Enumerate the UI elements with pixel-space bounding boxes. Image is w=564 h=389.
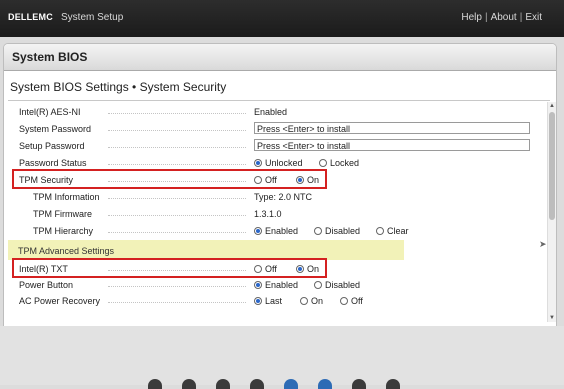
radio-option-unlocked[interactable]: Unlocked [254, 158, 303, 168]
setting-row-ac-power-recovery: AC Power Recovery Last On Off [8, 293, 547, 309]
mouse-cursor-icon: ➤ [539, 239, 547, 249]
app-title: System Setup [61, 12, 124, 23]
dock-icon [250, 379, 264, 389]
setting-label: TPM Information [33, 192, 100, 202]
setting-label: AC Power Recovery [19, 296, 101, 306]
setting-label: TPM Firmware [33, 209, 92, 219]
highlight-box-tpm-security [12, 169, 327, 189]
radio-icon [376, 227, 384, 235]
top-links: Help | About | Exit [461, 12, 542, 23]
dock-icon [216, 379, 230, 389]
leader-dots [108, 232, 246, 233]
radio-option-on[interactable]: On [300, 296, 323, 306]
dock-icon [318, 379, 332, 389]
radio-option-last[interactable]: Last [254, 296, 282, 306]
leader-dots [108, 164, 246, 165]
setting-label: TPM Hierarchy [33, 226, 94, 236]
radio-option-disabled[interactable]: Disabled [314, 226, 360, 236]
setting-row-tpm-hierarchy: TPM Hierarchy Enabled Disabled Clear [8, 223, 547, 239]
page-title: System BIOS Settings • System Security [10, 80, 227, 94]
radio-icon [319, 159, 327, 167]
radio-option-disabled[interactable]: Disabled [314, 280, 360, 290]
radio-icon [300, 297, 308, 305]
radio-option-enabled[interactable]: Enabled [254, 226, 298, 236]
setting-row-tpm-firmware: TPM Firmware 1.3.1.0 [8, 206, 547, 222]
setting-label: System Password [19, 124, 92, 134]
radio-selected-icon [254, 297, 262, 305]
panel-title: System BIOS [12, 50, 88, 64]
setting-value: Type: 2.0 NTC [254, 192, 313, 202]
setting-row-power-button: Power Button Enabled Disabled [8, 277, 547, 293]
setup-password-field[interactable]: Press <Enter> to install [254, 139, 530, 151]
panel-header: System BIOS [4, 44, 556, 71]
scroll-up-icon[interactable]: ▲ [548, 102, 556, 110]
dell-emc-logo: DELLEMC [8, 12, 53, 22]
leader-dots [108, 113, 246, 114]
setting-row-system-password: System Password Press <Enter> to install [8, 121, 547, 137]
radio-icon [340, 297, 348, 305]
divider [8, 100, 550, 101]
setting-value: Enabled [254, 107, 288, 117]
about-link[interactable]: About [491, 12, 517, 23]
bios-panel: System BIOS System BIOS Settings • Syste… [3, 43, 557, 327]
scroll-thumb[interactable] [549, 112, 555, 220]
leader-dots [108, 215, 246, 216]
system-password-field[interactable]: Press <Enter> to install [254, 122, 530, 134]
section-title: TPM Advanced Settings [18, 246, 115, 256]
leader-dots [108, 147, 246, 148]
leader-dots [108, 302, 246, 303]
radio-selected-icon [254, 227, 262, 235]
radio-option-off[interactable]: Off [340, 296, 363, 306]
section-header-tpm-advanced: TPM Advanced Settings [8, 240, 404, 260]
setting-label: Setup Password [19, 141, 85, 151]
separator: | [519, 12, 523, 23]
help-link[interactable]: Help [461, 12, 482, 23]
scroll-down-icon[interactable]: ▼ [548, 314, 556, 322]
radio-selected-icon [254, 159, 262, 167]
setting-label: Power Button [19, 280, 74, 290]
scrollbar[interactable]: ▲ ▼ [547, 102, 556, 322]
radio-icon [314, 281, 322, 289]
bottom-area [0, 326, 564, 389]
radio-icon [314, 227, 322, 235]
dock-icon [284, 379, 298, 389]
radio-option-enabled[interactable]: Enabled [254, 280, 298, 290]
dock-icon [352, 379, 366, 389]
leader-dots [108, 130, 246, 131]
dock-icon [182, 379, 196, 389]
radio-option-locked[interactable]: Locked [319, 158, 359, 168]
dock-icon [148, 379, 162, 389]
leader-dots [108, 198, 246, 199]
setting-row-tpm-information: TPM Information Type: 2.0 NTC [8, 189, 547, 205]
highlight-box-intel-txt [12, 258, 327, 278]
exit-link[interactable]: Exit [525, 12, 542, 23]
top-bar: DELLEMC System Setup Help | About | Exit [0, 0, 564, 37]
radio-selected-icon [254, 281, 262, 289]
separator: | [484, 12, 488, 23]
setting-label: Intel(R) AES-NI [19, 107, 81, 117]
setting-row-setup-password: Setup Password Press <Enter> to install [8, 138, 547, 154]
setting-value: 1.3.1.0 [254, 209, 282, 219]
setting-label: Password Status [19, 158, 87, 168]
dock-icon [386, 379, 400, 389]
leader-dots [108, 286, 246, 287]
radio-option-clear[interactable]: Clear [376, 226, 409, 236]
setting-row-aes-ni: Intel(R) AES-NI Enabled [8, 104, 547, 120]
